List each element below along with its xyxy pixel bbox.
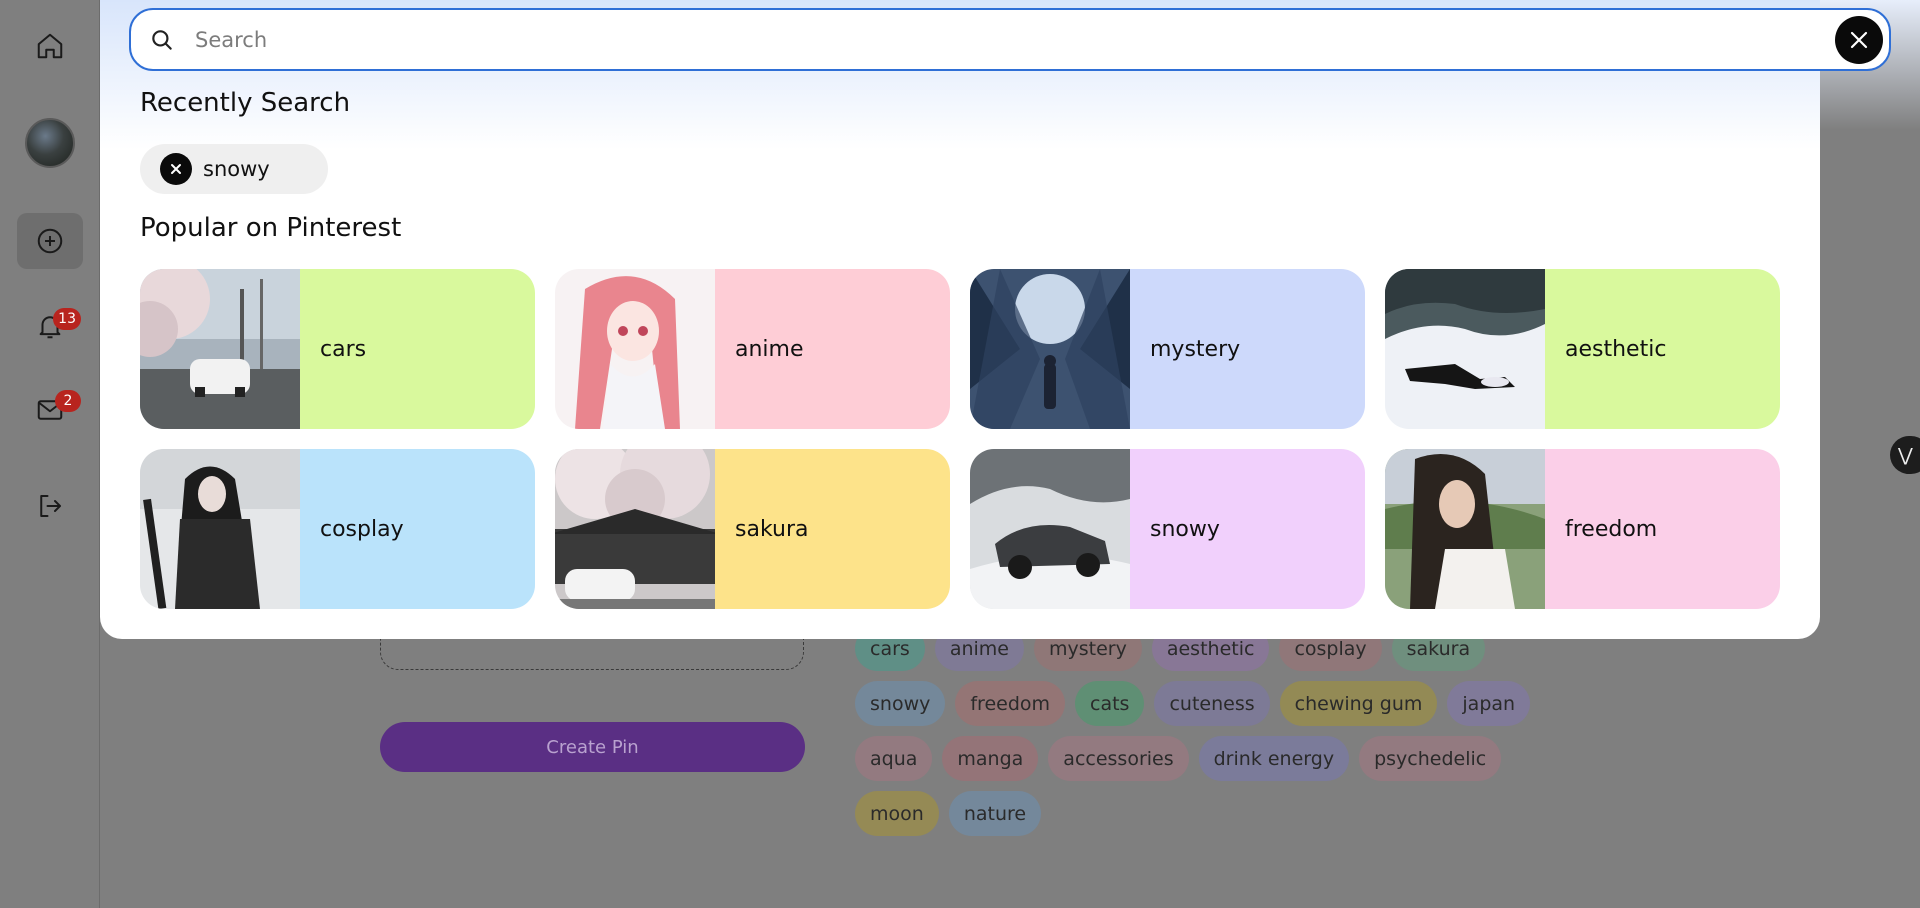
notifications-button[interactable]: 13 — [17, 298, 83, 354]
card-image — [555, 449, 720, 609]
tag-pill[interactable]: chewing gum — [1279, 681, 1438, 726]
expand-chip[interactable]: ⋁ — [1890, 436, 1920, 474]
card-label: aesthetic — [1545, 269, 1780, 429]
popular-card-anime[interactable]: anime — [555, 269, 950, 429]
tag-pill[interactable]: snowy — [855, 681, 946, 726]
popular-card-sakura[interactable]: sakura — [555, 449, 950, 609]
remove-recent-button[interactable] — [160, 153, 192, 185]
close-icon — [1850, 31, 1868, 48]
search-icon — [152, 29, 172, 50]
tag-pill[interactable]: cats — [1075, 681, 1145, 726]
tag-pill[interactable]: moon — [855, 791, 939, 836]
card-label: anime — [715, 269, 950, 429]
messages-badge: 2 — [55, 390, 81, 412]
create-button[interactable] — [17, 213, 83, 269]
search-panel: Recently Search snowy Popular on Pintere… — [100, 0, 1820, 639]
tag-pill[interactable]: aqua — [855, 736, 933, 781]
recent-search-chip[interactable]: snowy — [140, 144, 328, 194]
card-label: snowy — [1130, 449, 1365, 609]
logout-icon — [40, 495, 61, 517]
tag-pill[interactable]: japan — [1447, 681, 1531, 726]
card-label: cars — [300, 269, 535, 429]
sidebar: 13 2 — [0, 0, 100, 908]
close-icon — [171, 164, 181, 174]
card-image — [140, 449, 300, 609]
card-image — [555, 269, 715, 429]
card-label: cosplay — [300, 449, 535, 609]
card-image — [1385, 449, 1545, 609]
tag-pill[interactable]: drink energy — [1198, 736, 1350, 781]
card-image — [1385, 269, 1545, 429]
popular-card-mystery[interactable]: mystery — [970, 269, 1365, 429]
card-image — [970, 269, 1130, 429]
logout-button[interactable] — [17, 478, 83, 534]
tag-pill[interactable]: psychedelic — [1359, 736, 1502, 781]
popular-card-cars[interactable]: cars — [140, 269, 535, 429]
popular-card-cosplay[interactable]: cosplay — [140, 449, 535, 609]
messages-button[interactable]: 2 — [17, 382, 83, 438]
card-image — [140, 269, 300, 429]
tag-pill[interactable]: accessories — [1048, 736, 1189, 781]
card-image — [970, 449, 1130, 609]
home-button[interactable] — [17, 18, 83, 74]
card-label: mystery — [1130, 269, 1365, 429]
popular-card-aesthetic[interactable]: aesthetic — [1385, 269, 1780, 429]
notifications-badge: 13 — [53, 308, 81, 330]
close-search-button[interactable] — [1835, 15, 1883, 64]
popular-card-snowy[interactable]: snowy — [970, 449, 1365, 609]
tag-pill[interactable]: nature — [948, 791, 1042, 836]
recent-search-label: snowy — [203, 157, 270, 181]
search-bar[interactable] — [129, 8, 1891, 71]
popular-heading: Popular on Pinterest — [140, 213, 402, 243]
create-pin-button[interactable]: Create Pin — [380, 722, 805, 772]
popular-card-freedom[interactable]: freedom — [1385, 449, 1780, 609]
popular-grid: cars anime mystery aesthetic cosplay sak… — [140, 269, 1786, 609]
tag-list: cars anime mystery aesthetic cosplay sakura sn… — [855, 626, 1575, 836]
tag-pill[interactable]: cuteness — [1154, 681, 1270, 726]
tag-pill[interactable]: manga — [942, 736, 1039, 781]
plus-circle-icon — [37, 228, 63, 254]
card-label: freedom — [1545, 449, 1780, 609]
avatar[interactable] — [25, 118, 75, 168]
search-input[interactable] — [175, 10, 1835, 69]
tag-pill[interactable]: freedom — [955, 681, 1066, 726]
card-label: sakura — [715, 449, 950, 609]
recent-heading: Recently Search — [140, 88, 351, 118]
home-icon — [37, 33, 63, 59]
